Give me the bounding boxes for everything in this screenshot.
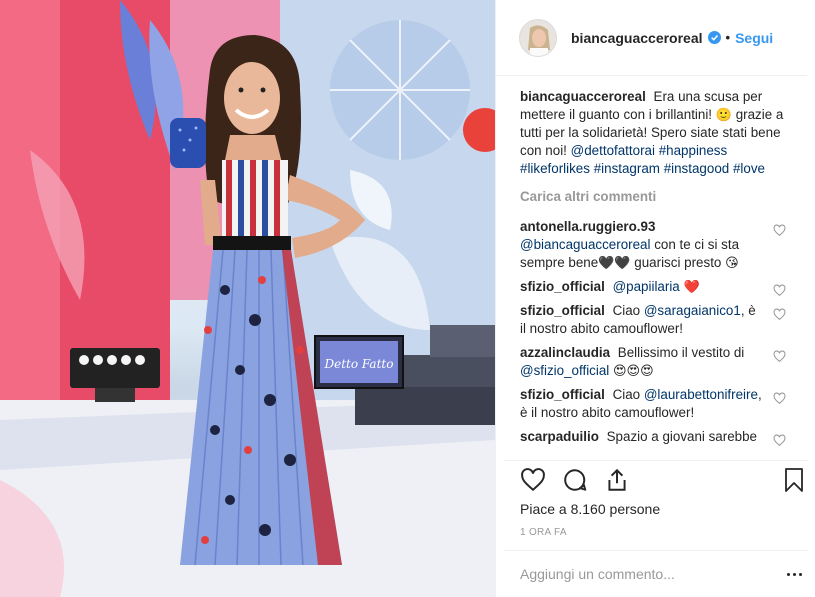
comment-mention[interactable]: @papiilaria [613,279,680,294]
add-comment-bar: Aggiungi un commento... [504,550,808,597]
like-heart-icon[interactable] [520,467,546,493]
like-comment-heart-icon[interactable] [773,350,786,363]
comment-emoji-end: ❤️ [683,279,700,294]
comment-username[interactable]: azzalinclaudia [520,345,610,360]
comment-text-before: Bellissimo il vestito di [617,345,745,360]
hashtag-link[interactable]: #instagood [664,161,730,176]
comment-text-before: Ciao [612,303,641,318]
comment-username[interactable]: antonella.ruggiero.93 [520,219,655,234]
comment-mention[interactable]: @laurabettonifreire [644,387,758,402]
caption-username[interactable]: biancaguacceroreal [520,89,646,104]
comment-text-after: guarisci presto [634,255,722,270]
share-icon[interactable] [604,467,630,493]
hashtag-link[interactable]: #likeforlikes [520,161,590,176]
comment-item: antonella.ruggiero.93 @biancaguaccerorea… [520,218,792,272]
comments-list: biancaguacceroreal Era una scusa per met… [520,88,792,458]
comment-username[interactable]: sfizio_official [520,303,605,318]
post-header: biancaguacceroreal • Segui [496,0,807,76]
comment-bubble-icon[interactable] [562,467,588,493]
action-icons [516,467,810,501]
like-comment-heart-icon[interactable] [773,392,786,405]
comment-item: scarpaduilio Spazio a giovani sarebbe [520,428,792,447]
likes-number: 8.160 [570,501,606,517]
photo-illustration: Detto Fatto [0,0,495,597]
instagram-post: Detto Fatto biancaguacceroreal • Segui b… [0,0,815,597]
comment-input[interactable]: Aggiungi un commento... [520,566,780,582]
comment-item: sfizio_official Ciao @laurabettonifreire… [520,386,792,422]
post-timestamp[interactable]: 1 ORA FA [520,527,567,538]
author-username[interactable]: biancaguacceroreal [571,30,703,46]
comment-item: sfizio_official @papiilaria ❤️ [520,278,792,297]
comment-username[interactable]: sfizio_official [520,387,605,402]
follow-button[interactable]: Segui [735,30,773,46]
like-comment-heart-icon[interactable] [773,434,786,447]
separator-dot: • [725,30,731,45]
author-avatar[interactable] [519,18,557,57]
comment-item: azzalinclaudia Bellissimo il vestito di … [520,344,792,380]
comment-text-before: Ciao [612,387,641,402]
hashtag-link[interactable]: #love [733,161,765,176]
likes-count[interactable]: Piace a 8.160 persone [520,501,660,517]
hashtag-link[interactable]: #instagram [594,161,660,176]
likes-suffix: persone [609,501,661,517]
like-comment-heart-icon[interactable] [773,308,786,321]
screen-text: Detto Fatto [324,357,394,371]
verified-badge-icon [707,31,721,44]
comment-username[interactable]: scarpaduilio [520,429,599,444]
comment-text-before: Spazio a giovani sarebbe [606,429,758,444]
likes-prefix: Piace a [520,501,567,517]
more-options-icon[interactable] [780,572,808,576]
comment-username[interactable]: sfizio_official [520,279,605,294]
comment-item: sfizio_official Ciao @saragaianico1, è i… [520,302,792,338]
post-side-panel: biancaguacceroreal • Segui biancaguaccer… [495,0,815,597]
comment-mention[interactable]: @biancaguacceroreal [520,237,650,252]
like-comment-heart-icon[interactable] [773,284,786,297]
like-comment-heart-icon[interactable] [773,224,786,237]
comment-mention[interactable]: @sfizio_official [520,363,609,378]
caption-emoji: 🙂 [715,107,732,122]
comment-mention[interactable]: @saragaianico1 [644,303,741,318]
hashtag-link[interactable]: #happiness [659,143,728,158]
load-more-comments-button[interactable]: Carica altri commenti [520,188,792,206]
comment-emoji-end: 😘 [725,255,739,270]
comment-emojis: 😍😍😍 [613,363,654,378]
caption-mention[interactable]: @dettofattorai [571,143,655,158]
post-photo[interactable]: Detto Fatto [0,0,495,597]
comment-emojis: 🖤🖤 [598,255,631,270]
post-caption: biancaguacceroreal Era una scusa per met… [520,88,792,178]
bookmark-icon[interactable] [782,467,806,493]
